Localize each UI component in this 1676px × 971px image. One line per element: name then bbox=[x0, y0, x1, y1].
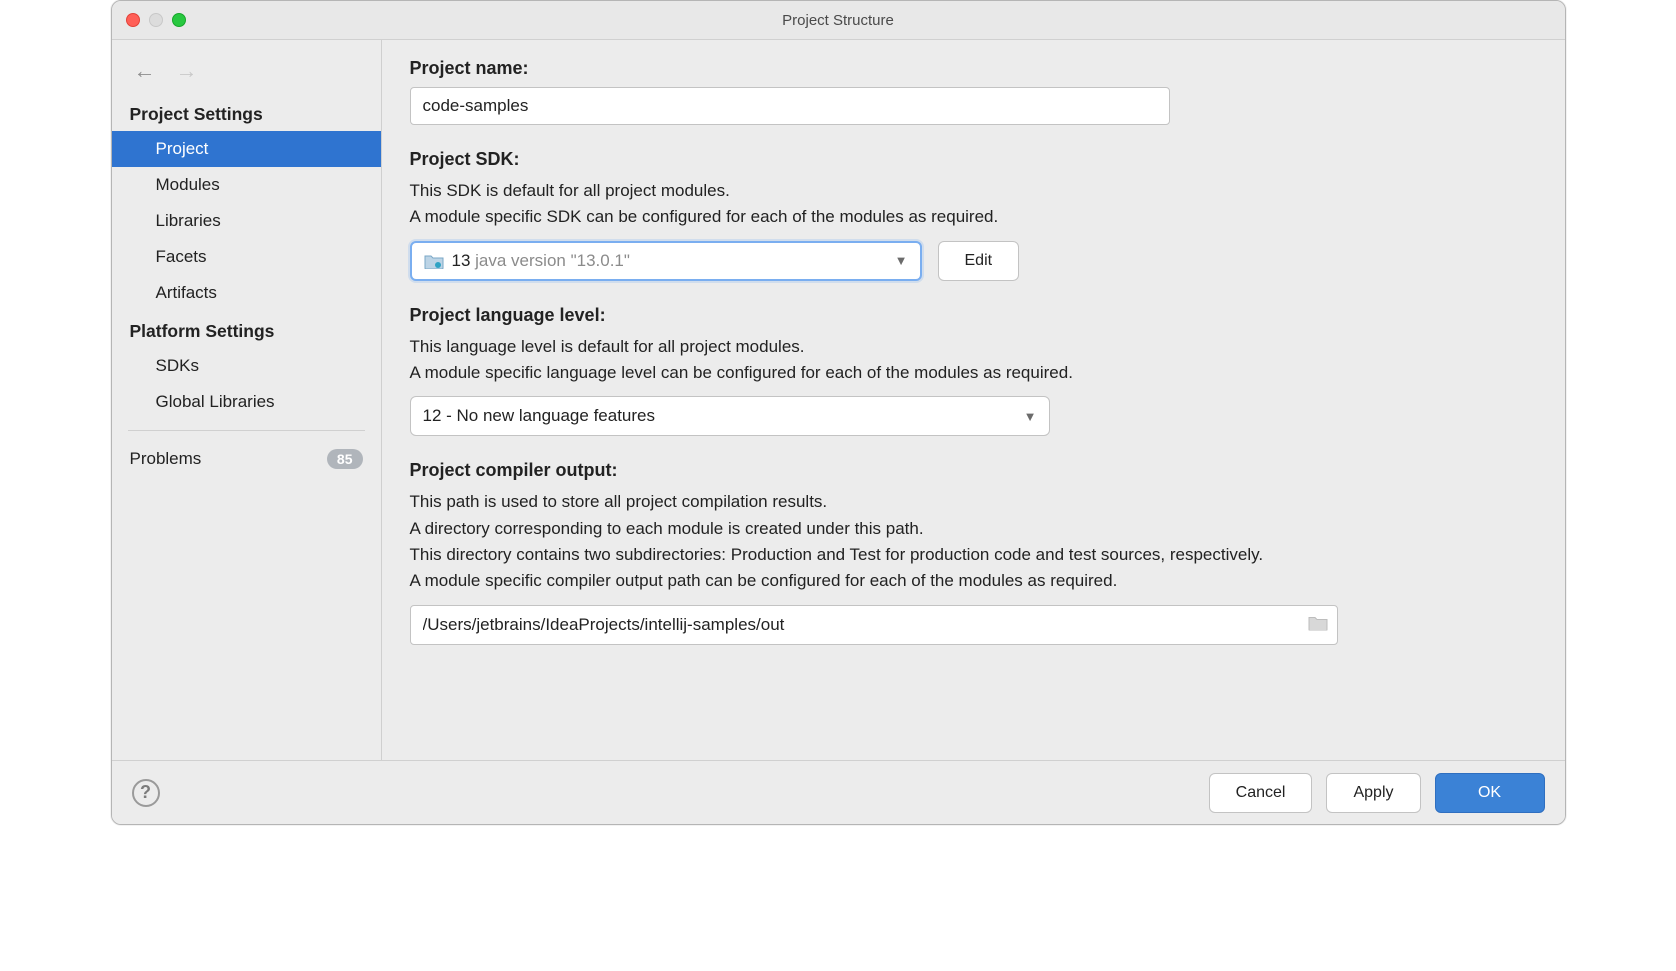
back-arrow-icon[interactable]: ← bbox=[134, 58, 156, 84]
sidebar: ← → Project Settings Project Modules Lib… bbox=[112, 40, 382, 760]
traffic-lights bbox=[126, 13, 186, 27]
sidebar-item-problems[interactable]: Problems 85 bbox=[112, 441, 381, 477]
apply-button[interactable]: Apply bbox=[1326, 773, 1420, 813]
sdk-value: 13 java version "13.0.1" bbox=[452, 251, 895, 271]
sidebar-item-libraries[interactable]: Libraries bbox=[112, 203, 381, 239]
section-platform-settings: Platform Settings bbox=[112, 311, 381, 348]
browse-folder-icon[interactable] bbox=[1308, 614, 1328, 635]
section-project-settings: Project Settings bbox=[112, 94, 381, 131]
sidebar-item-global-libraries[interactable]: Global Libraries bbox=[112, 384, 381, 420]
language-level-combo[interactable]: 12 - No new language features ▼ bbox=[410, 396, 1050, 436]
main-panel: Project name: Project SDK: This SDK is d… bbox=[382, 40, 1565, 760]
project-sdk-label: Project SDK: bbox=[410, 149, 1537, 170]
jdk-folder-icon bbox=[424, 253, 444, 269]
sidebar-divider bbox=[128, 430, 365, 431]
edit-sdk-button[interactable]: Edit bbox=[938, 241, 1020, 281]
chevron-down-icon: ▼ bbox=[1024, 409, 1037, 424]
language-level-label: Project language level: bbox=[410, 305, 1537, 326]
minimize-window-icon bbox=[149, 13, 163, 27]
sidebar-item-sdks[interactable]: SDKs bbox=[112, 348, 381, 384]
maximize-window-icon[interactable] bbox=[172, 13, 186, 27]
window-title: Project Structure bbox=[124, 12, 1553, 29]
cancel-button[interactable]: Cancel bbox=[1209, 773, 1313, 813]
sidebar-item-project[interactable]: Project bbox=[112, 131, 381, 167]
problems-badge: 85 bbox=[327, 449, 363, 469]
out-desc-3: This directory contains two subdirectori… bbox=[410, 542, 1350, 568]
nav-arrows: ← → bbox=[112, 48, 381, 94]
problems-label: Problems bbox=[130, 449, 202, 469]
sdk-desc-1: This SDK is default for all project modu… bbox=[410, 178, 1537, 204]
compiler-output-input[interactable] bbox=[410, 605, 1338, 645]
compiler-output-label: Project compiler output: bbox=[410, 460, 1537, 481]
sdk-desc-2: A module specific SDK can be configured … bbox=[410, 204, 1537, 230]
titlebar: Project Structure bbox=[112, 1, 1565, 40]
ok-button[interactable]: OK bbox=[1435, 773, 1545, 813]
language-level-value: 12 - No new language features bbox=[423, 406, 1024, 426]
out-desc-2: A directory corresponding to each module… bbox=[410, 516, 1537, 542]
lang-desc-1: This language level is default for all p… bbox=[410, 334, 1537, 360]
out-desc-1: This path is used to store all project c… bbox=[410, 489, 1537, 515]
out-desc-4: A module specific compiler output path c… bbox=[410, 568, 1350, 594]
help-icon[interactable]: ? bbox=[132, 779, 160, 807]
footer: ? Cancel Apply OK bbox=[112, 760, 1565, 824]
forward-arrow-icon: → bbox=[176, 58, 198, 84]
sidebar-item-facets[interactable]: Facets bbox=[112, 239, 381, 275]
lang-desc-2: A module specific language level can be … bbox=[410, 360, 1537, 386]
project-name-label: Project name: bbox=[410, 58, 1537, 79]
chevron-down-icon: ▼ bbox=[895, 253, 908, 268]
project-sdk-combo[interactable]: 13 java version "13.0.1" ▼ bbox=[410, 241, 922, 281]
project-name-input[interactable] bbox=[410, 87, 1170, 125]
sidebar-item-artifacts[interactable]: Artifacts bbox=[112, 275, 381, 311]
close-window-icon[interactable] bbox=[126, 13, 140, 27]
sidebar-item-modules[interactable]: Modules bbox=[112, 167, 381, 203]
